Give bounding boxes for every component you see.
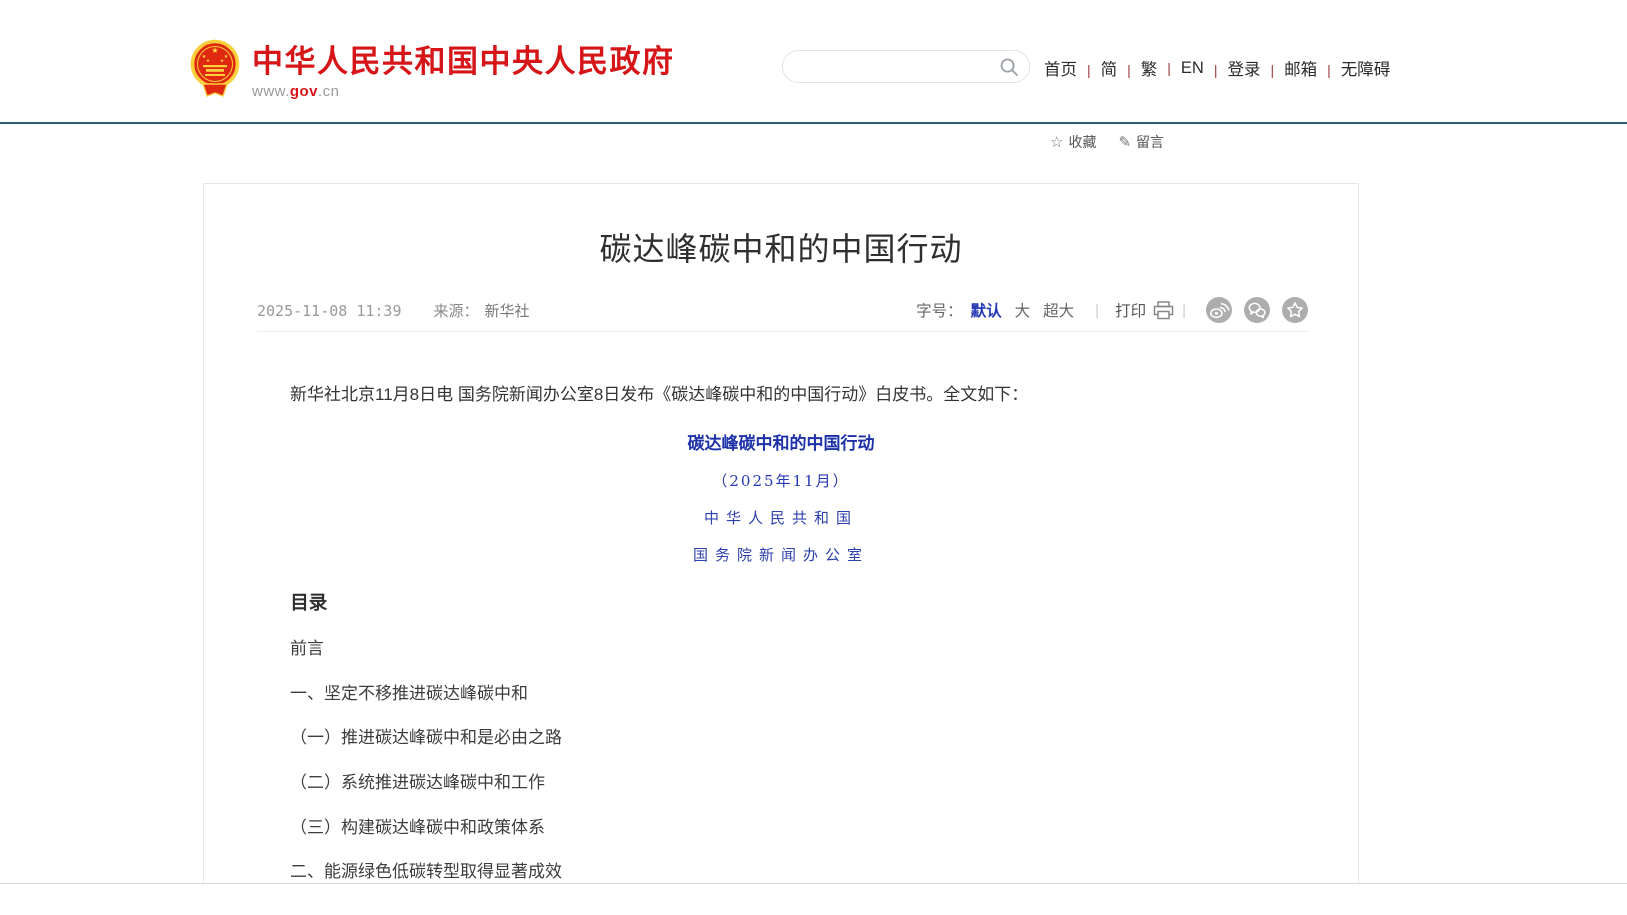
star-outline-icon: ☆: [1050, 133, 1063, 151]
page: ★ ★ ★ ★ ★ 中华人民共和国中央人民政府 www.gov.cn: [0, 0, 1627, 915]
nav-home[interactable]: 首页: [1044, 56, 1077, 80]
source-value: 新华社: [485, 303, 530, 320]
font-size-default[interactable]: 默认: [971, 299, 1002, 321]
svg-text:★: ★: [224, 54, 229, 60]
share-icons: [1206, 297, 1308, 323]
printer-icon: [1153, 301, 1174, 320]
document-date: （2025年11月）: [256, 469, 1306, 494]
star-share-icon[interactable]: [1282, 297, 1308, 323]
print-button[interactable]: 打印: [1115, 299, 1174, 321]
toc-item: （一）推进碳达峰碳中和是必由之路: [256, 724, 1306, 752]
article-body: 新华社北京11月8日电 国务院新闻办公室8日发布《碳达峰碳中和的中国行动》白皮书…: [256, 381, 1306, 915]
search-box: [782, 50, 1030, 83]
font-size-label: 字号：: [916, 299, 963, 321]
toc-item: 一、坚定不移推进碳达峰碳中和: [256, 680, 1306, 708]
svg-text:★: ★: [211, 46, 218, 55]
nav-traditional[interactable]: 繁: [1117, 56, 1157, 80]
toc-item-preface: 前言: [256, 635, 1306, 663]
top-nav: 首页 简 繁 EN 登录 邮箱 无障碍: [1044, 56, 1390, 80]
url-gov: gov: [290, 83, 318, 100]
source-label: 来源：: [434, 303, 479, 320]
header-divider-line: [0, 122, 1627, 124]
intro-paragraph: 新华社北京11月8日电 国务院新闻办公室8日发布《碳达峰碳中和的中国行动》白皮书…: [256, 381, 1306, 409]
toc-item: （二）系统推进碳达峰碳中和工作: [256, 769, 1306, 797]
document-org-office: 国务院新闻办公室: [256, 543, 1306, 568]
publish-date: 2025-11-08 11:39: [257, 302, 402, 320]
document-org-country: 中华人民共和国: [256, 506, 1306, 531]
search-input[interactable]: [799, 53, 989, 80]
favorite-label: 收藏: [1068, 132, 1096, 152]
bottom-divider-line: [0, 883, 1627, 915]
source: 来源： 新华社: [434, 300, 530, 321]
print-label: 打印: [1115, 299, 1146, 321]
weibo-share-icon[interactable]: [1206, 297, 1232, 323]
toc-heading: 目录: [256, 588, 1306, 619]
site-logo[interactable]: ★ ★ ★ ★ ★ 中华人民共和国中央人民政府 www.gov.cn: [190, 38, 675, 100]
toc-item: 二、能源绿色低碳转型取得显著成效: [256, 858, 1306, 886]
wechat-share-icon[interactable]: [1244, 297, 1270, 323]
url-www: www.: [252, 83, 290, 100]
meta-separator: |: [1095, 302, 1099, 319]
search-icon[interactable]: [999, 57, 1019, 77]
site-url: www.gov.cn: [252, 83, 675, 100]
url-cn: .cn: [318, 83, 340, 100]
document-title: 碳达峰碳中和的中国行动: [256, 430, 1306, 458]
meta-left: 2025-11-08 11:39 来源： 新华社: [257, 300, 530, 321]
meta-separator: |: [1182, 302, 1186, 319]
toc-item: （三）构建碳达峰碳中和政策体系: [256, 814, 1306, 842]
page-tools: ☆ 收藏 ✎ 留言: [1050, 132, 1164, 152]
favorite-button[interactable]: ☆ 收藏: [1050, 132, 1096, 152]
page-title: 碳达峰碳中和的中国行动: [204, 224, 1358, 270]
site-title: 中华人民共和国中央人民政府: [252, 44, 675, 80]
site-header: ★ ★ ★ ★ ★ 中华人民共和国中央人民政府 www.gov.cn: [0, 0, 1627, 122]
national-emblem-icon: ★ ★ ★ ★ ★: [190, 38, 240, 100]
font-size-xlarge[interactable]: 超大: [1043, 299, 1074, 321]
article-card: 碳达峰碳中和的中国行动 2025-11-08 11:39 来源： 新华社 字号： …: [203, 183, 1359, 915]
article-meta-row: 2025-11-08 11:39 来源： 新华社 字号： 默认 大 超大 | 打印: [257, 296, 1308, 324]
nav-mail[interactable]: 邮箱: [1260, 56, 1317, 80]
font-size-large[interactable]: 大: [1015, 299, 1031, 321]
nav-accessibility[interactable]: 无障碍: [1317, 56, 1390, 80]
meta-divider-line: [257, 331, 1308, 332]
nav-login[interactable]: 登录: [1204, 56, 1261, 80]
comment-label: 留言: [1136, 132, 1164, 152]
nav-english[interactable]: EN: [1157, 59, 1204, 78]
meta-right: 字号： 默认 大 超大 | 打印 |: [916, 297, 1308, 323]
nav-simplified[interactable]: 简: [1077, 56, 1117, 80]
pencil-icon: ✎: [1118, 133, 1131, 151]
comment-button[interactable]: ✎ 留言: [1118, 132, 1164, 152]
